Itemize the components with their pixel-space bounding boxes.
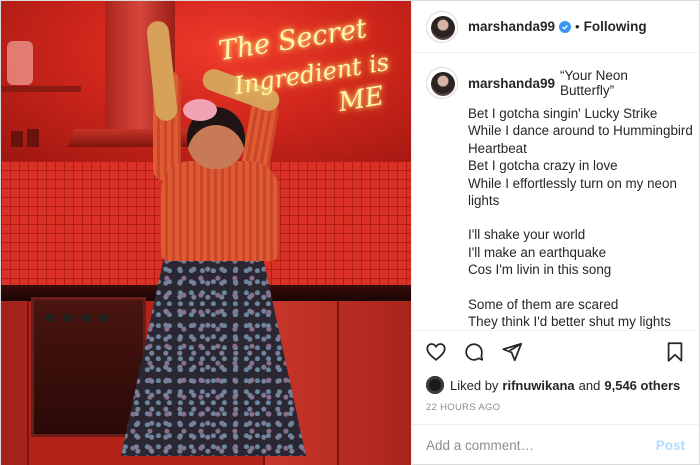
comment-bar: Post — [412, 424, 699, 465]
post-header: marshanda99 • Following — [412, 1, 699, 53]
caption-stanza-break — [468, 279, 685, 296]
likes-summary: Liked by rifnuwikana and 9,546 others — [412, 372, 699, 398]
caption-line: Cos I'm livin in this song — [468, 262, 612, 278]
caption-line: They think I'd better shut my lights — [468, 314, 671, 330]
caption-title: “Your Neon Butterfly” — [560, 68, 628, 98]
likes-conjunction: and — [578, 377, 601, 393]
caption-header: marshanda99 “Your Neon Butterfly” — [426, 67, 685, 99]
shelf — [1, 86, 81, 92]
cabinet-left — [1, 301, 29, 465]
bookmark-icon[interactable] — [663, 340, 687, 364]
liker-avatar[interactable] — [426, 376, 444, 394]
canister — [27, 129, 39, 147]
likes-prefix: Liked by — [450, 377, 499, 393]
kettle — [7, 41, 33, 85]
cabinet-divider — [337, 301, 339, 465]
caption-body: Bet I gotcha singin' Lucky Strike While I… — [468, 105, 693, 330]
share-icon[interactable] — [500, 340, 524, 364]
action-bar — [412, 330, 699, 372]
caption-line: Bet I gotcha singin' Lucky Strike — [468, 106, 658, 121]
figure-hair-flower — [183, 99, 217, 121]
caption-line: Heartbeat — [468, 140, 527, 156]
caption-line: Bet I gotcha crazy in love — [468, 158, 618, 174]
post-side-panel: marshanda99 • Following marshanda99 “You… — [411, 1, 699, 465]
oven-knobs — [41, 311, 131, 325]
neon-line-3: ME — [336, 81, 386, 119]
liker-username[interactable]: rifnuwikana — [502, 378, 574, 393]
caption-line: lights — [468, 193, 500, 209]
caption-line: While I effortlessly turn on my neon — [468, 175, 677, 191]
caption-line: Some of them are scared — [468, 296, 619, 312]
figure-sweater — [161, 161, 279, 261]
post-comment-button[interactable]: Post — [656, 438, 685, 453]
caption: marshanda99 “Your Neon Butterfly” Bet I … — [412, 53, 699, 330]
post-photo[interactable]: The Secret Ingredient is ME — [1, 1, 411, 465]
caption-line: I'll make an earthquake — [468, 244, 607, 260]
caption-avatar[interactable] — [426, 67, 458, 99]
verified-badge-icon — [559, 20, 572, 33]
caption-username[interactable]: marshanda99 — [468, 76, 555, 91]
caption-line: I'll shake your world — [468, 227, 586, 243]
caption-line: While I dance around to Hummingbird — [468, 123, 693, 139]
header-username[interactable]: marshanda99 — [468, 19, 555, 34]
heart-icon[interactable] — [424, 340, 448, 364]
avatar[interactable] — [426, 10, 458, 43]
caption-stanza-break — [468, 209, 685, 226]
comment-input[interactable] — [426, 438, 656, 453]
likes-count[interactable]: 9,546 others — [604, 378, 680, 393]
post-timestamp[interactable]: 22 HOURS AGO — [412, 398, 699, 416]
header-separator: • — [575, 19, 580, 34]
canister — [11, 131, 23, 147]
following-button[interactable]: Following — [584, 19, 647, 34]
instagram-post: The Secret Ingredient is ME marshanda99 … — [0, 0, 700, 465]
comment-icon[interactable] — [462, 340, 486, 364]
